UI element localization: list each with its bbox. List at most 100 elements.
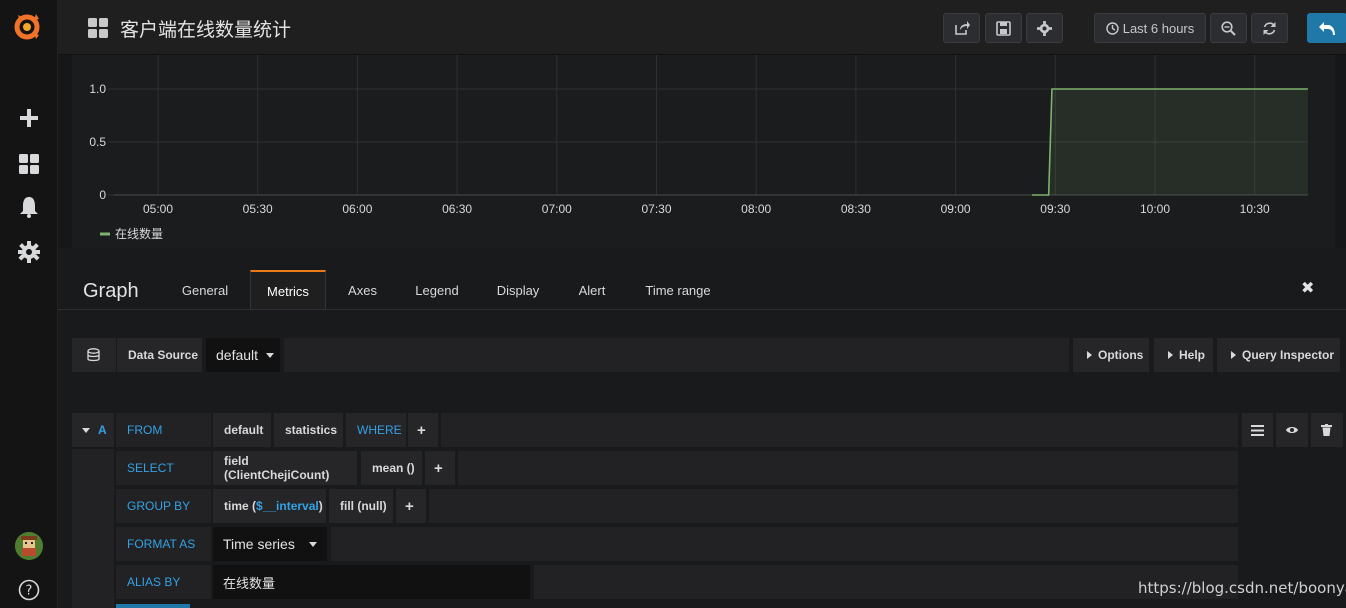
help-button[interactable]: Help [1154,338,1213,372]
format-as-value: Time series [223,536,295,552]
time-series-chart[interactable]: 05:00 05:30 06:00 06:30 07:00 07:30 08:00 08:30… [72,55,1335,248]
share-icon [954,21,970,35]
dashboard-grid-icon [87,17,109,39]
y-tick-label: 1.0 [89,82,106,96]
add-group-by-button[interactable]: + [396,489,426,523]
aggregation-select[interactable]: mean () [361,451,422,485]
x-tick-label: 06:00 [342,202,372,216]
query-row-select: SELECT field (ClientChejiCount) mean () … [72,451,1346,485]
query-inspector-label: Query Inspector [1242,348,1335,362]
datasource-select[interactable]: default [206,338,280,372]
gear-icon[interactable] [17,240,41,264]
editor-title: Graph [83,280,139,302]
toggle-visibility-button[interactable] [1276,413,1308,447]
bars-icon [1251,424,1264,436]
from-label: FROM [116,413,211,447]
tab-time-range[interactable]: Time range [636,270,720,310]
query-row-from: A FROM default statistics WHERE + [72,413,1346,447]
query-row-group-by: GROUP BY time ($__interval) fill (null) … [72,489,1346,523]
measurement-select[interactable]: statistics [274,413,343,447]
tab-alert[interactable]: Alert [568,270,616,310]
select-filler [458,451,1238,485]
select-label: SELECT [116,451,211,485]
caret-down-icon [266,352,275,358]
refresh-button[interactable] [1251,13,1288,43]
settings-button[interactable] [1026,13,1063,43]
bell-icon[interactable] [17,195,41,219]
datasource-row: Data Source default Options Help Query I… [72,338,1346,372]
x-tick-label: 08:30 [841,202,871,216]
grafana-logo-icon[interactable] [10,9,46,45]
add-where-button[interactable]: + [408,413,438,447]
add-select-button[interactable]: + [425,451,455,485]
refresh-icon [1263,21,1276,35]
x-tick-label: 10:30 [1240,202,1270,216]
graph-panel[interactable]: 05:00 05:30 06:00 06:30 07:00 07:30 08:00 08:30… [72,55,1335,248]
caret-right-icon [1087,351,1092,359]
selected-row-indicator [116,604,190,608]
help-label: Help [1179,348,1206,362]
where-label: WHERE [346,413,406,447]
search-minus-icon [1221,20,1236,36]
tab-axes[interactable]: Axes [338,270,387,310]
share-button[interactable] [943,13,980,43]
format-as-select[interactable]: Time series [213,527,327,561]
y-tick-label: 0.5 [89,135,106,149]
datasource-value: default [216,347,259,363]
tab-metrics[interactable]: Metrics [250,270,326,310]
save-button[interactable] [985,13,1022,43]
y-tick-label: 0 [99,188,106,202]
alias-input[interactable]: 在线数量 [213,565,530,599]
field-select[interactable]: field (ClientChejiCount) [213,451,357,485]
format-as-label: FORMAT AS [116,527,211,561]
avatar[interactable] [15,532,43,560]
group-by-time[interactable]: time ($__interval) [213,489,326,523]
time-suffix: ) [318,499,323,513]
group-by-label: GROUP BY [116,489,211,523]
retention-policy-select[interactable]: default [213,413,271,447]
format-filler [331,527,1238,561]
trash-icon [1321,424,1332,436]
fill-select[interactable]: fill (null) [329,489,393,523]
options-button[interactable]: Options [1073,338,1149,372]
undo-arrow-icon [1319,22,1335,35]
close-editor-icon[interactable]: ✖ [1301,278,1314,298]
x-tick-label: 05:30 [243,202,273,216]
time-range-label: Last 6 hours [1122,20,1195,36]
help-icon[interactable]: ? [17,578,41,602]
gear-icon [1037,20,1052,36]
caret-right-icon [1168,351,1173,359]
options-label: Options [1098,348,1144,362]
remove-query-button[interactable] [1311,413,1343,447]
tab-display[interactable]: Display [485,270,551,310]
page-title[interactable]: 客户端在线数量统计 [120,15,291,42]
navbar: 客户端在线数量统计 Last 6 hours [58,0,1346,55]
legend-label: 在线数量 [115,226,163,241]
eye-icon [1286,427,1298,433]
clock-icon [1106,21,1119,35]
x-tick-label: 09:30 [1040,202,1070,216]
database-icon [72,338,116,372]
x-tick-label: 09:00 [941,202,971,216]
query-row-format: FORMAT AS Time series [72,527,1346,561]
back-to-dashboard-button[interactable] [1307,13,1346,43]
caret-right-icon [1231,351,1236,359]
datasource-label: Data Source [117,338,202,372]
query-collapse-toggle[interactable]: A [72,413,114,447]
plus-icon[interactable] [17,106,41,130]
dashboards-icon[interactable] [17,152,41,176]
time-picker-button[interactable]: Last 6 hours [1094,13,1206,43]
tab-legend[interactable]: Legend [404,270,470,310]
watermark: https://blog.csdn.net/boonya [1138,579,1346,597]
x-tick-label: 05:00 [143,202,173,216]
datasource-filler [284,338,1069,372]
query-inspector-button[interactable]: Query Inspector [1217,338,1340,372]
x-tick-label: 07:00 [542,202,572,216]
panel-editor: Graph General Metrics Axes Legend Displa… [58,248,1346,608]
query-menu-button[interactable] [1242,413,1273,447]
zoom-out-button[interactable] [1210,13,1247,43]
tab-general[interactable]: General [173,270,237,310]
x-tick-label: 10:00 [1140,202,1170,216]
x-tick-label: 06:30 [442,202,472,216]
query-ref-id: A [98,423,107,437]
